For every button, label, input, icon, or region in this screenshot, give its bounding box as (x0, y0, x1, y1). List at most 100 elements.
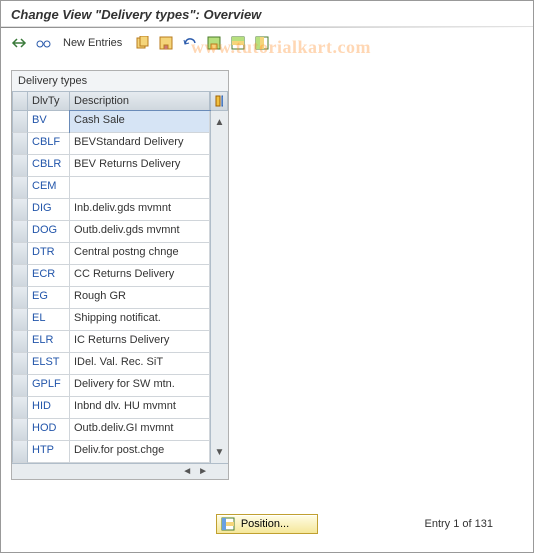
row-selector[interactable] (12, 441, 28, 463)
row-selector[interactable] (12, 353, 28, 375)
horizontal-scrollbar[interactable]: ◄ ► (12, 463, 228, 479)
cell-description[interactable]: BEV Returns Delivery (70, 155, 210, 177)
cell-description[interactable]: Rough GR (70, 287, 210, 309)
row-selector[interactable] (12, 287, 28, 309)
header-dlvty[interactable]: DlvTy (28, 91, 70, 111)
cell-description[interactable]: Outb.deliv.gds mvmnt (70, 221, 210, 243)
table-row[interactable]: ECRCC Returns Delivery (12, 265, 228, 287)
table-row[interactable]: DTRCentral postng chnge (12, 243, 228, 265)
cell-description[interactable]: Outb.deliv.GI mvmnt (70, 419, 210, 441)
deselect-all-icon[interactable] (252, 33, 272, 53)
row-selector[interactable] (12, 419, 28, 441)
cell-dlvty[interactable]: ECR (28, 265, 70, 287)
table-row[interactable]: ELRIC Returns Delivery (12, 331, 228, 353)
footer: Position... Entry 1 of 131 (1, 514, 533, 534)
glasses-icon[interactable] (33, 33, 53, 53)
table-row[interactable]: BVCash Sale ▲ (12, 111, 228, 133)
cell-description[interactable]: BEVStandard Delivery (70, 133, 210, 155)
row-selector[interactable] (12, 177, 28, 199)
cell-dlvty[interactable]: CEM (28, 177, 70, 199)
cell-dlvty[interactable]: HOD (28, 419, 70, 441)
table-row[interactable]: ELSTIDel. Val. Rec. SiT (12, 353, 228, 375)
toolbar: New Entries (1, 30, 533, 56)
cell-description[interactable]: Shipping notificat. (70, 309, 210, 331)
row-selector[interactable] (12, 199, 28, 221)
row-selector[interactable] (12, 133, 28, 155)
header-description[interactable]: Description (70, 91, 210, 111)
cell-dlvty[interactable]: ELR (28, 331, 70, 353)
cell-description[interactable]: CC Returns Delivery (70, 265, 210, 287)
title-underline (1, 27, 533, 28)
new-entries-button[interactable]: New Entries (57, 37, 128, 49)
table-row[interactable]: DIGInb.deliv.gds mvmnt (12, 199, 228, 221)
cell-dlvty[interactable]: GPLF (28, 375, 70, 397)
save-row-icon[interactable] (156, 33, 176, 53)
table-row[interactable]: HTPDeliv.for post.chge ▼ (12, 441, 228, 463)
vscroll-track (210, 155, 228, 177)
vscroll-track (210, 287, 228, 309)
cell-description[interactable]: Inb.deliv.gds mvmnt (70, 199, 210, 221)
cell-dlvty[interactable]: CBLR (28, 155, 70, 177)
cell-dlvty[interactable]: DIG (28, 199, 70, 221)
row-selector[interactable] (12, 243, 28, 265)
header-select-col[interactable] (12, 91, 28, 111)
cell-dlvty[interactable]: DTR (28, 243, 70, 265)
vscroll-track (210, 243, 228, 265)
vscroll-track (210, 309, 228, 331)
row-selector[interactable] (12, 309, 28, 331)
cell-description[interactable]: Delivery for SW mtn. (70, 375, 210, 397)
vscroll-track[interactable]: ▼ (210, 441, 228, 463)
table-row[interactable]: DOGOutb.deliv.gds mvmnt (12, 221, 228, 243)
toggle-view-icon[interactable] (9, 33, 29, 53)
row-selector[interactable] (12, 155, 28, 177)
vscroll-track (210, 177, 228, 199)
table-row[interactable]: ELShipping notificat. (12, 309, 228, 331)
cell-description[interactable] (70, 177, 210, 199)
position-button[interactable]: Position... (216, 514, 318, 534)
cell-description[interactable]: IC Returns Delivery (70, 331, 210, 353)
undo-icon[interactable] (180, 33, 200, 53)
vscroll-track (210, 397, 228, 419)
vscroll-track (210, 331, 228, 353)
header-configure-icon[interactable] (210, 91, 228, 111)
table-row[interactable]: CBLRBEV Returns Delivery (12, 155, 228, 177)
panel-title: Delivery types (12, 71, 228, 91)
row-selector[interactable] (12, 265, 28, 287)
position-label: Position... (241, 518, 289, 530)
cell-description[interactable]: Inbnd dlv. HU mvmnt (70, 397, 210, 419)
cell-dlvty[interactable]: HID (28, 397, 70, 419)
table-row[interactable]: CEM (12, 177, 228, 199)
table-row[interactable]: CBLFBEVStandard Delivery (12, 133, 228, 155)
scroll-down-icon[interactable]: ▼ (215, 447, 225, 458)
grid-body: BVCash Sale ▲ CBLFBEVStandard DeliveryCBLR… (12, 111, 228, 463)
row-selector[interactable] (12, 221, 28, 243)
cell-description[interactable]: Central postng chnge (70, 243, 210, 265)
cell-dlvty[interactable]: HTP (28, 441, 70, 463)
cell-dlvty[interactable]: EL (28, 309, 70, 331)
select-all-icon[interactable] (228, 33, 248, 53)
cell-description[interactable]: IDel. Val. Rec. SiT (70, 353, 210, 375)
grid-header: DlvTy Description (12, 91, 228, 111)
table-row[interactable]: HODOutb.deliv.GI mvmnt (12, 419, 228, 441)
scroll-left-icon[interactable]: ◄ (180, 466, 194, 477)
vscroll-track[interactable]: ▲ (210, 111, 228, 133)
cell-description[interactable]: Cash Sale (70, 111, 210, 133)
row-selector[interactable] (12, 331, 28, 353)
cell-description[interactable]: Deliv.for post.chge (70, 441, 210, 463)
cell-dlvty[interactable]: BV (28, 111, 70, 133)
table-row[interactable]: GPLFDelivery for SW mtn. (12, 375, 228, 397)
grid: DlvTy Description BVCash Sale ▲ CBLFBEVSta… (12, 91, 228, 479)
table-save-icon[interactable] (204, 33, 224, 53)
scroll-right-icon[interactable]: ► (196, 466, 210, 477)
cell-dlvty[interactable]: CBLF (28, 133, 70, 155)
cell-dlvty[interactable]: ELST (28, 353, 70, 375)
cell-dlvty[interactable]: EG (28, 287, 70, 309)
table-row[interactable]: EGRough GR (12, 287, 228, 309)
table-row[interactable]: HIDInbnd dlv. HU mvmnt (12, 397, 228, 419)
copy-icon[interactable] (132, 33, 152, 53)
scroll-up-icon[interactable]: ▲ (215, 117, 225, 128)
row-selector[interactable] (12, 397, 28, 419)
row-selector[interactable] (12, 375, 28, 397)
cell-dlvty[interactable]: DOG (28, 221, 70, 243)
row-selector[interactable] (12, 111, 28, 133)
